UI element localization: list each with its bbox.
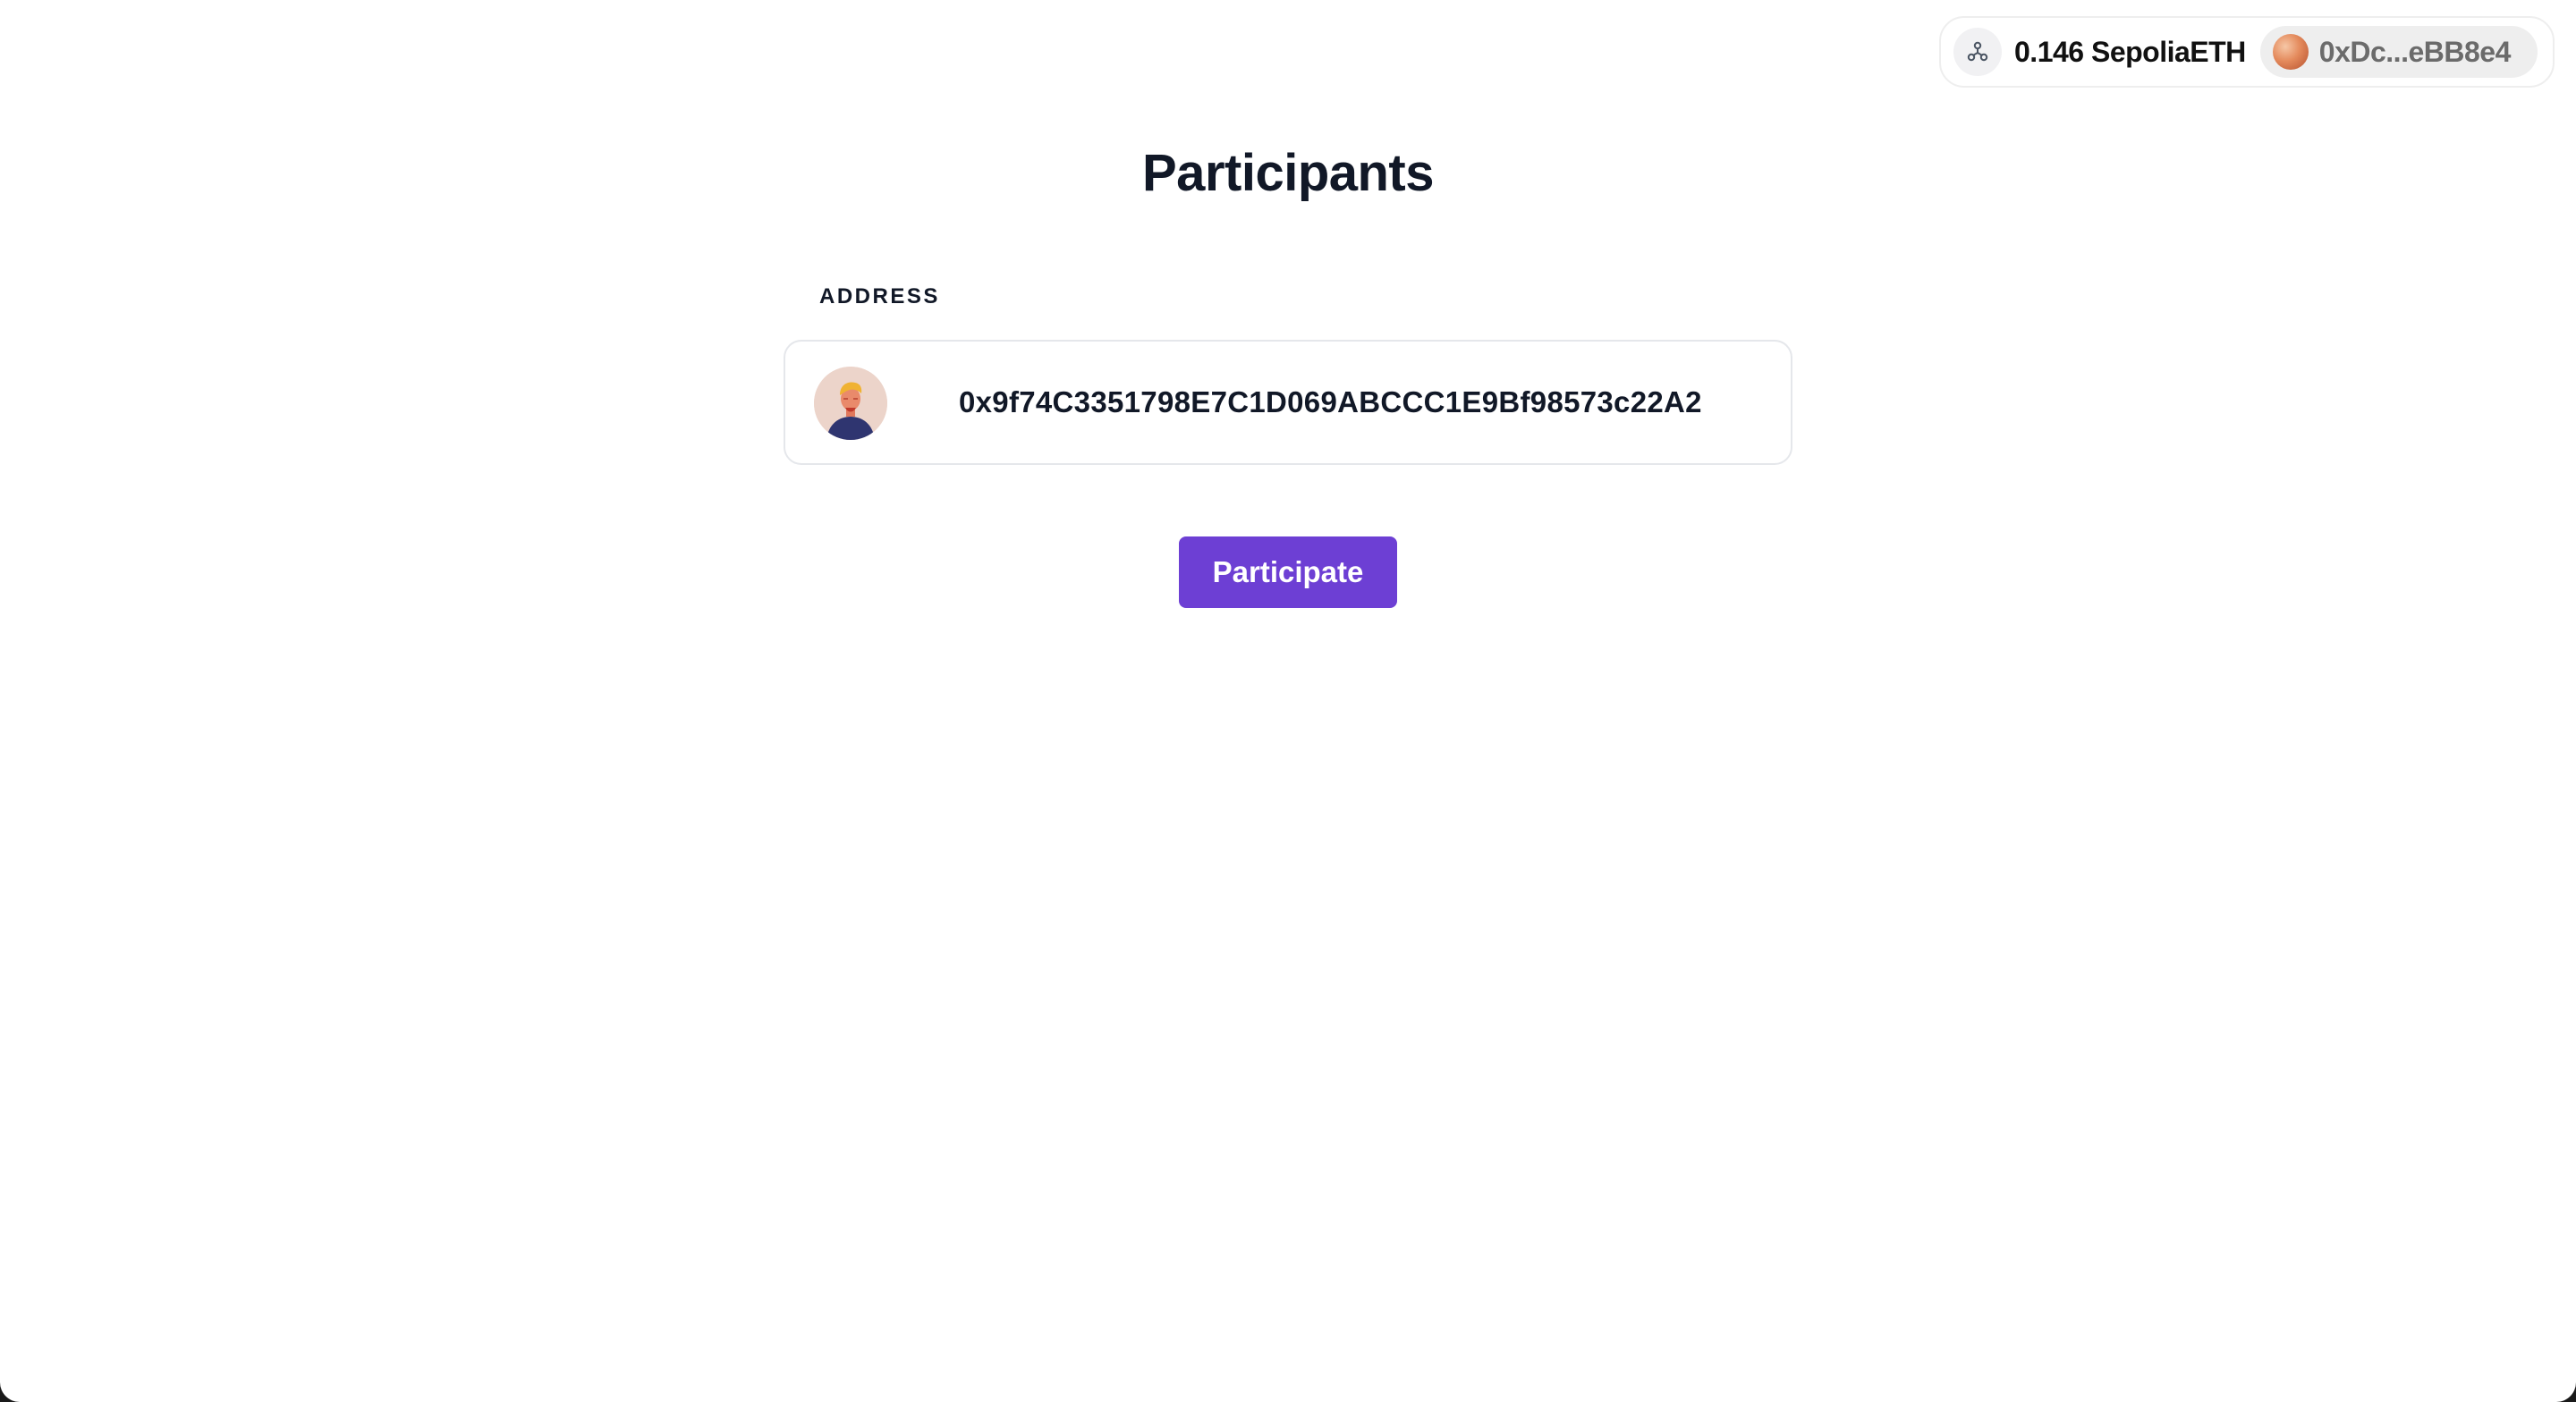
network-nodes-icon (1967, 41, 1988, 62)
table-row: 0x9f74C3351798E7C1D069ABCCC1E9Bf98573c22… (784, 340, 1792, 465)
network-button[interactable] (1953, 28, 2002, 76)
wallet-balance[interactable]: 0.146 SepoliaETH (2014, 36, 2246, 69)
page-title: Participants (1142, 144, 1435, 202)
participate-button[interactable]: Participate (1179, 536, 1397, 608)
address-column-header: ADDRESS (819, 284, 940, 308)
avatar (814, 367, 887, 440)
account-avatar (2272, 34, 2309, 70)
person-avatar-icon (814, 367, 887, 440)
account-button[interactable]: 0xDc...eBB8e4 (2259, 26, 2538, 78)
account-address: 0xDc...eBB8e4 (2318, 35, 2512, 68)
page: 0.146 SepoliaETH 0xDc...eBB8e4 Participa… (0, 0, 2576, 1402)
participant-address: 0x9f74C3351798E7C1D069ABCCC1E9Bf98573c22… (959, 385, 1702, 418)
wallet-bar: 0.146 SepoliaETH 0xDc...eBB8e4 (1939, 16, 2555, 88)
